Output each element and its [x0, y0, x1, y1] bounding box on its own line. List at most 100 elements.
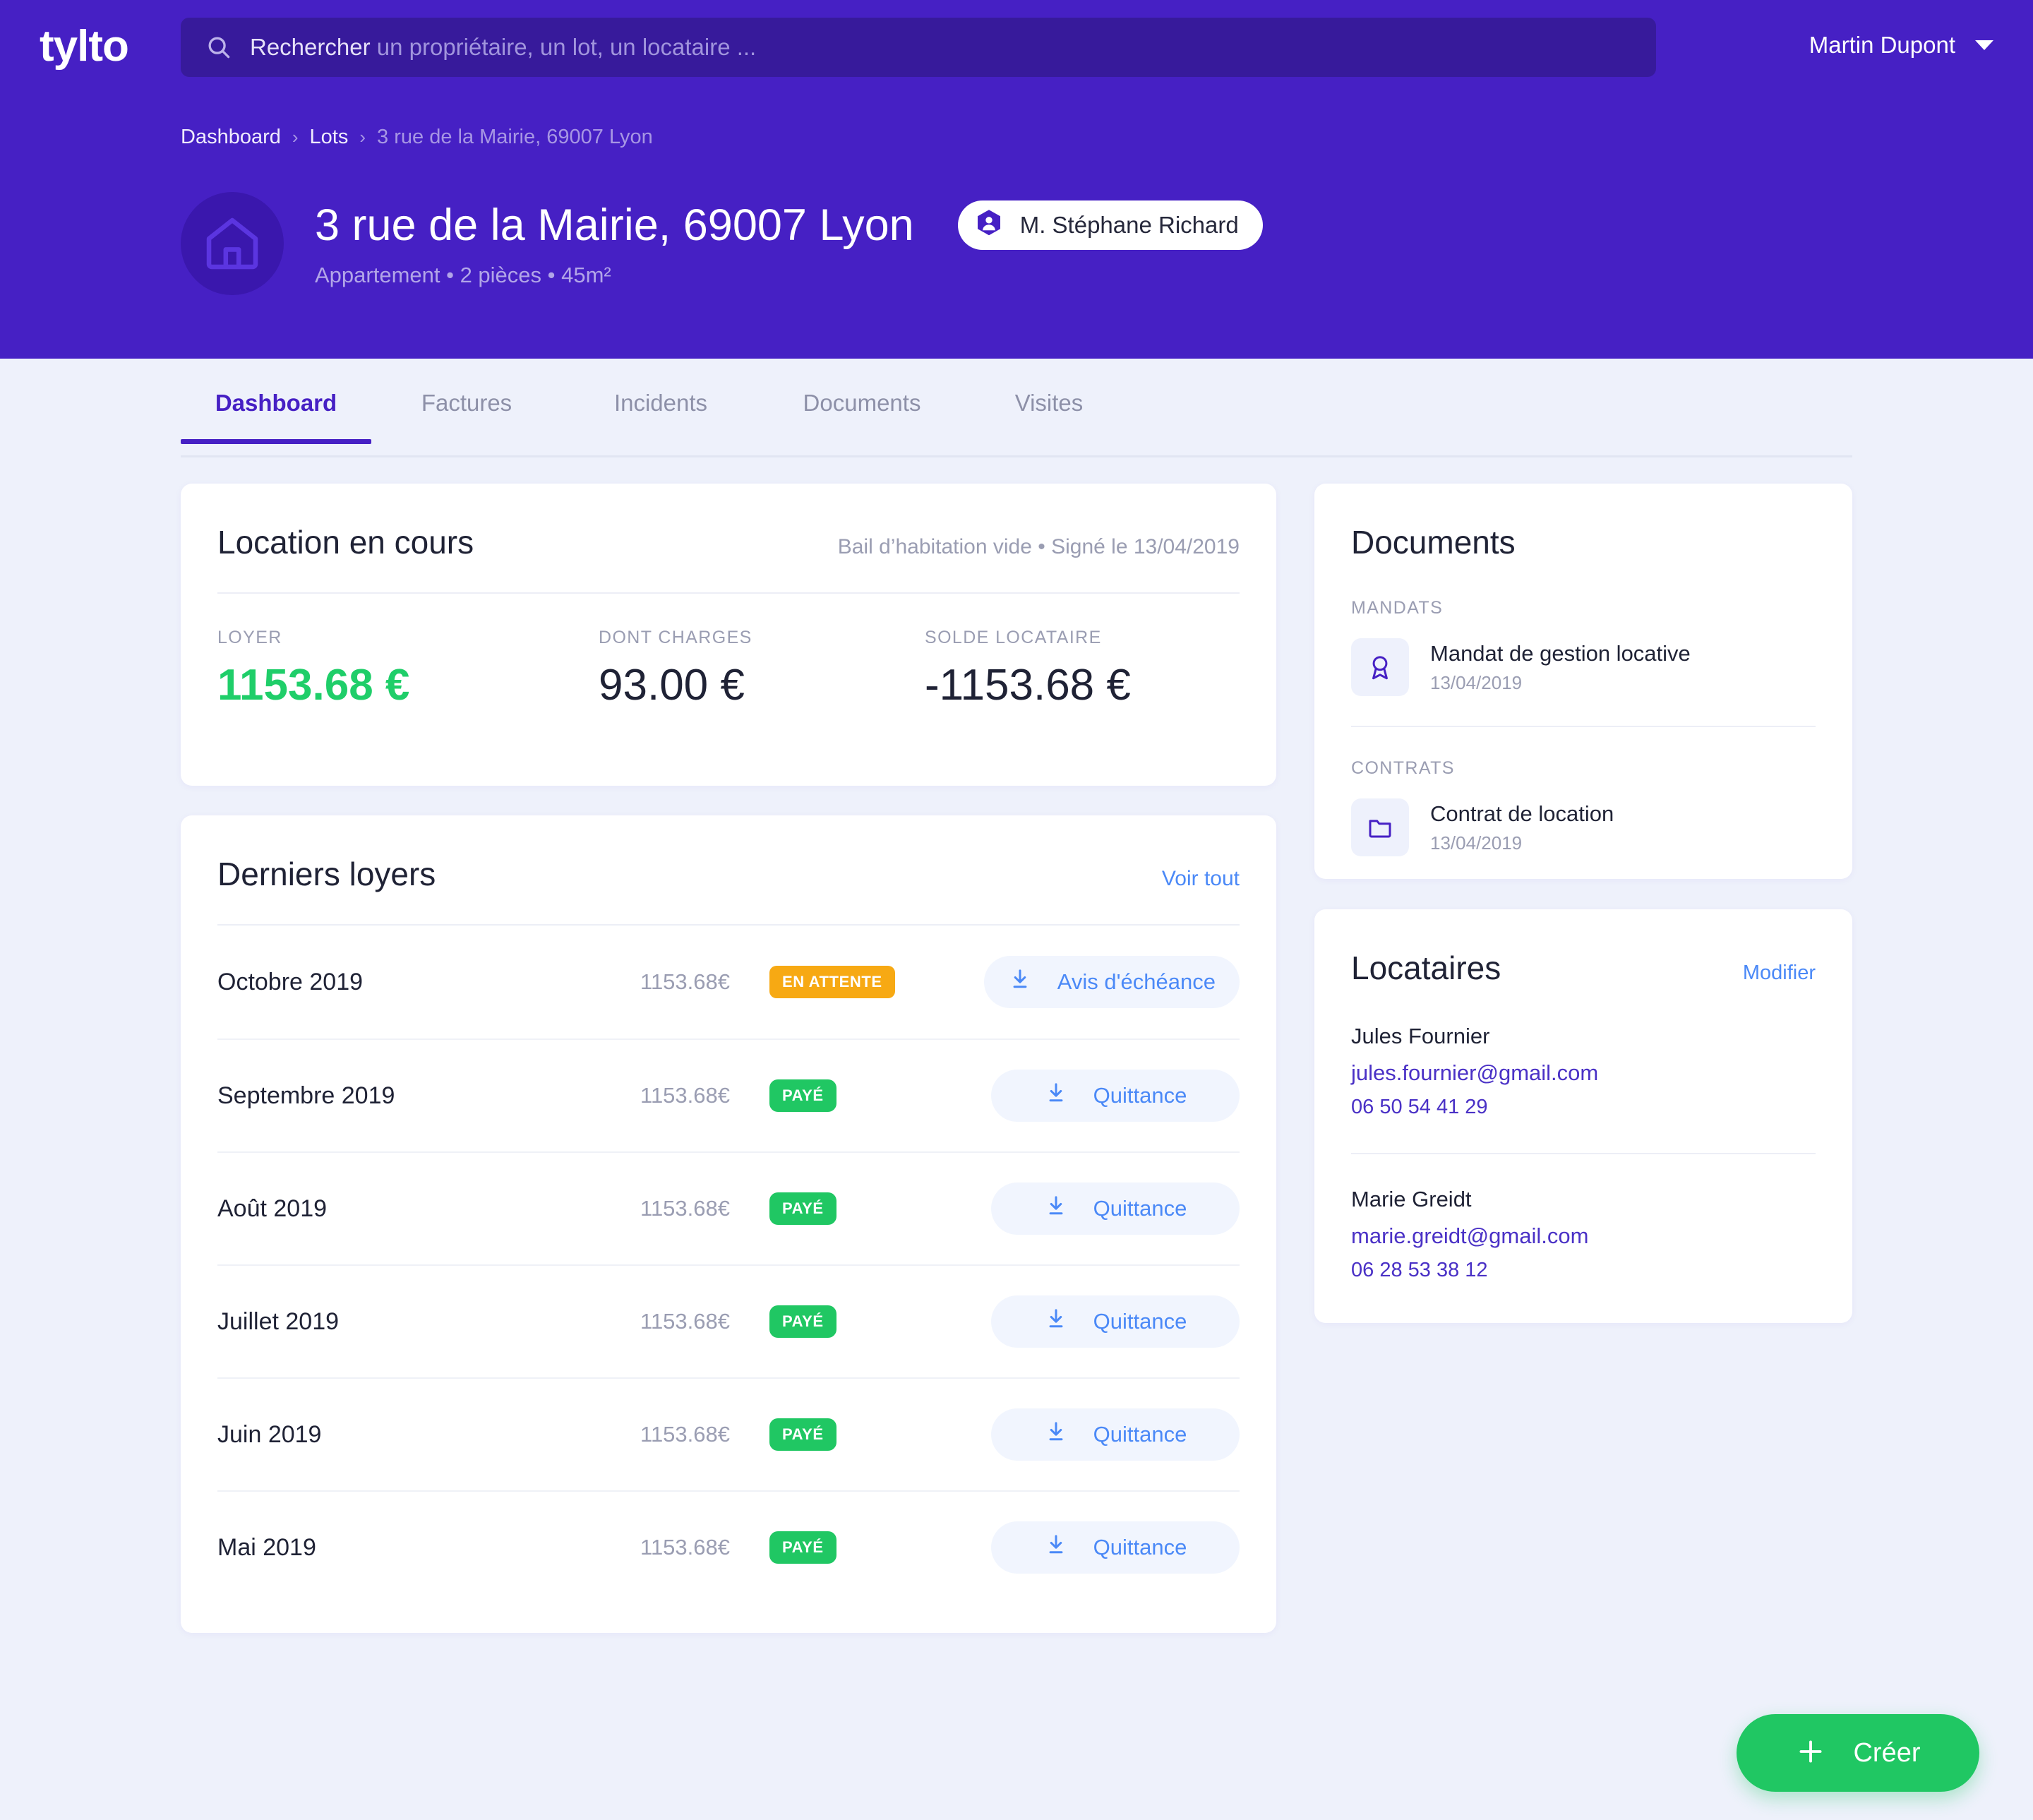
rent-amount: 1153.68€	[640, 1535, 730, 1559]
document-name: Mandat de gestion locative	[1430, 640, 1691, 666]
tenants-card-title: Locataires	[1351, 950, 1501, 986]
rent-month: Juin 2019	[217, 1420, 322, 1448]
document-name: Contrat de location	[1430, 801, 1614, 826]
breadcrumb: Dashboard › Lots › 3 rue de la Mairie, 6…	[181, 126, 653, 149]
download-button[interactable]: Quittance	[991, 1521, 1240, 1574]
download-button-label: Quittance	[1093, 1535, 1187, 1559]
tenant-item: Marie Greidt marie.greidt@gmail.com 06 2…	[1314, 1187, 1852, 1282]
table-row: Juin 2019 1153.68€ PAYÉ Quittance	[217, 1377, 1240, 1490]
tenant-email[interactable]: jules.fournier@gmail.com	[1351, 1060, 1816, 1086]
download-icon	[1044, 1194, 1068, 1223]
rent-amount: 1153.68€	[640, 1422, 730, 1447]
tab-documents[interactable]: Documents	[760, 374, 964, 442]
person-icon	[972, 207, 1006, 244]
tab-factures[interactable]: Factures	[371, 374, 562, 442]
tenant-name: Jules Fournier	[1351, 1024, 1490, 1048]
search-input[interactable]: Rechercher un propriétaire, un lot, un l…	[181, 18, 1656, 77]
table-row: Octobre 2019 1153.68€ EN ATTENTE Avis d'éch…	[217, 926, 1240, 1038]
metric-value: 1153.68 €	[217, 661, 410, 710]
document-date: 13/04/2019	[1430, 671, 1523, 693]
tenant-item: Jules Fournier jules.fournier@gmail.com …	[1314, 1024, 1852, 1119]
tenants-card: Locataires Modifier Jules Fournier jules…	[1314, 909, 1852, 1323]
download-button[interactable]: Quittance	[991, 1295, 1240, 1348]
metric-loyer: LOYER 1153.68 €	[217, 628, 599, 710]
document-date: 13/04/2019	[1430, 832, 1523, 854]
download-button[interactable]: Quittance	[991, 1070, 1240, 1122]
see-all-link[interactable]: Voir tout	[1162, 867, 1240, 891]
document-item[interactable]: Contrat de location 13/04/2019	[1314, 798, 1852, 856]
folder-icon	[1351, 798, 1409, 856]
breadcrumb-item-current: 3 rue de la Mairie, 69007 Lyon	[377, 126, 653, 148]
user-name: Martin Dupont	[1809, 32, 1955, 58]
award-icon	[1351, 638, 1409, 696]
search-icon	[205, 33, 233, 61]
metric-solde: SOLDE LOCATAIRE -1153.68 €	[925, 628, 1131, 710]
metric-value: -1153.68 €	[925, 661, 1131, 710]
rents-card-title: Derniers loyers	[217, 856, 436, 892]
owner-name: M. Stéphane Richard	[1019, 212, 1239, 238]
top-bar: tylto Rechercher un propriétaire, un lot…	[0, 0, 2033, 95]
download-icon	[1008, 967, 1032, 997]
document-item[interactable]: Mandat de gestion locative 13/04/2019	[1314, 638, 1852, 696]
tab-incidents[interactable]: Incidents	[562, 374, 760, 442]
tab-dashboard[interactable]: Dashboard	[181, 374, 371, 444]
search-placeholder: un propriétaire, un lot, un locataire ..…	[376, 34, 757, 60]
tab-bar: Dashboard Factures Incidents Documents V…	[181, 374, 1852, 457]
rents-card: Derniers loyers Voir tout Octobre 2019 11…	[181, 815, 1276, 1633]
edit-tenants-link[interactable]: Modifier	[1743, 962, 1816, 985]
rent-amount: 1153.68€	[640, 969, 730, 994]
breadcrumb-item-dashboard[interactable]: Dashboard	[181, 126, 281, 149]
download-button-label: Avis d'échéance	[1057, 969, 1216, 994]
rent-month: Mai 2019	[217, 1533, 316, 1561]
create-button[interactable]: Créer	[1737, 1714, 1979, 1792]
breadcrumb-item-lots[interactable]: Lots	[310, 126, 349, 149]
tenant-email[interactable]: marie.greidt@gmail.com	[1351, 1223, 1816, 1249]
app-logo[interactable]: tylto	[40, 21, 129, 72]
metric-label: SOLDE LOCATAIRE	[925, 628, 1102, 647]
search-text: Rechercher un propriétaire, un lot, un l…	[250, 34, 756, 61]
table-row: Août 2019 1153.68€ PAYÉ Quittance	[217, 1151, 1240, 1264]
table-row: Juillet 2019 1153.68€ PAYÉ Quittance	[217, 1264, 1240, 1377]
header-region: tylto Rechercher un propriétaire, un lot…	[0, 0, 2033, 359]
download-button[interactable]: Quittance	[991, 1183, 1240, 1235]
create-button-label: Créer	[1853, 1737, 1921, 1768]
metric-label: LOYER	[217, 628, 282, 647]
status-badge: PAYÉ	[769, 1079, 836, 1112]
tab-visites[interactable]: Visites	[964, 374, 1134, 442]
metric-label: DONT CHARGES	[599, 628, 752, 647]
download-icon	[1044, 1533, 1068, 1562]
page-title: 3 rue de la Mairie, 69007 Lyon	[315, 200, 914, 250]
download-icon	[1044, 1420, 1068, 1449]
rents-list: Octobre 2019 1153.68€ EN ATTENTE Avis d'éch…	[181, 926, 1276, 1603]
tenant-phone[interactable]: 06 50 54 41 29	[1351, 1096, 1816, 1119]
download-button-label: Quittance	[1093, 1196, 1187, 1221]
breadcrumb-separator: ›	[292, 126, 299, 148]
documents-card-title: Documents	[1351, 524, 1516, 561]
status-badge: PAYÉ	[769, 1418, 836, 1451]
status-badge: PAYÉ	[769, 1305, 836, 1338]
rent-month: Octobre 2019	[217, 968, 364, 995]
rent-amount: 1153.68€	[640, 1309, 730, 1334]
documents-card: Documents MANDATS Mandat de gestion loca…	[1314, 484, 1852, 879]
search-prefix: Rechercher	[250, 34, 371, 60]
download-button[interactable]: Avis d'échéance	[983, 956, 1240, 1008]
documents-group-label-contrats: CONTRATS	[1351, 758, 1455, 778]
download-button[interactable]: Quittance	[991, 1408, 1240, 1461]
tenant-name: Marie Greidt	[1351, 1187, 1472, 1211]
owner-chip[interactable]: M. Stéphane Richard	[957, 200, 1263, 250]
location-card-title: Location en cours	[217, 524, 474, 561]
download-icon	[1044, 1307, 1068, 1336]
download-button-label: Quittance	[1093, 1309, 1187, 1334]
plus-icon	[1795, 1736, 1826, 1771]
metric-value: 93.00 €	[599, 661, 745, 710]
location-card-subtitle: Bail d’habitation vide • Signé le 13/04/…	[837, 535, 1240, 558]
user-menu[interactable]: Martin Dupont	[1809, 32, 1993, 59]
download-button-label: Quittance	[1093, 1422, 1187, 1447]
rent-month: Juillet 2019	[217, 1307, 340, 1335]
location-card: Location en cours Bail d’habitation vide…	[181, 484, 1276, 786]
breadcrumb-separator: ›	[359, 126, 366, 148]
documents-group-label-mandats: MANDATS	[1351, 598, 1444, 618]
metric-charges: DONT CHARGES 93.00 €	[599, 628, 925, 710]
tenant-phone[interactable]: 06 28 53 38 12	[1351, 1259, 1816, 1282]
status-badge: EN ATTENTE	[769, 966, 895, 998]
